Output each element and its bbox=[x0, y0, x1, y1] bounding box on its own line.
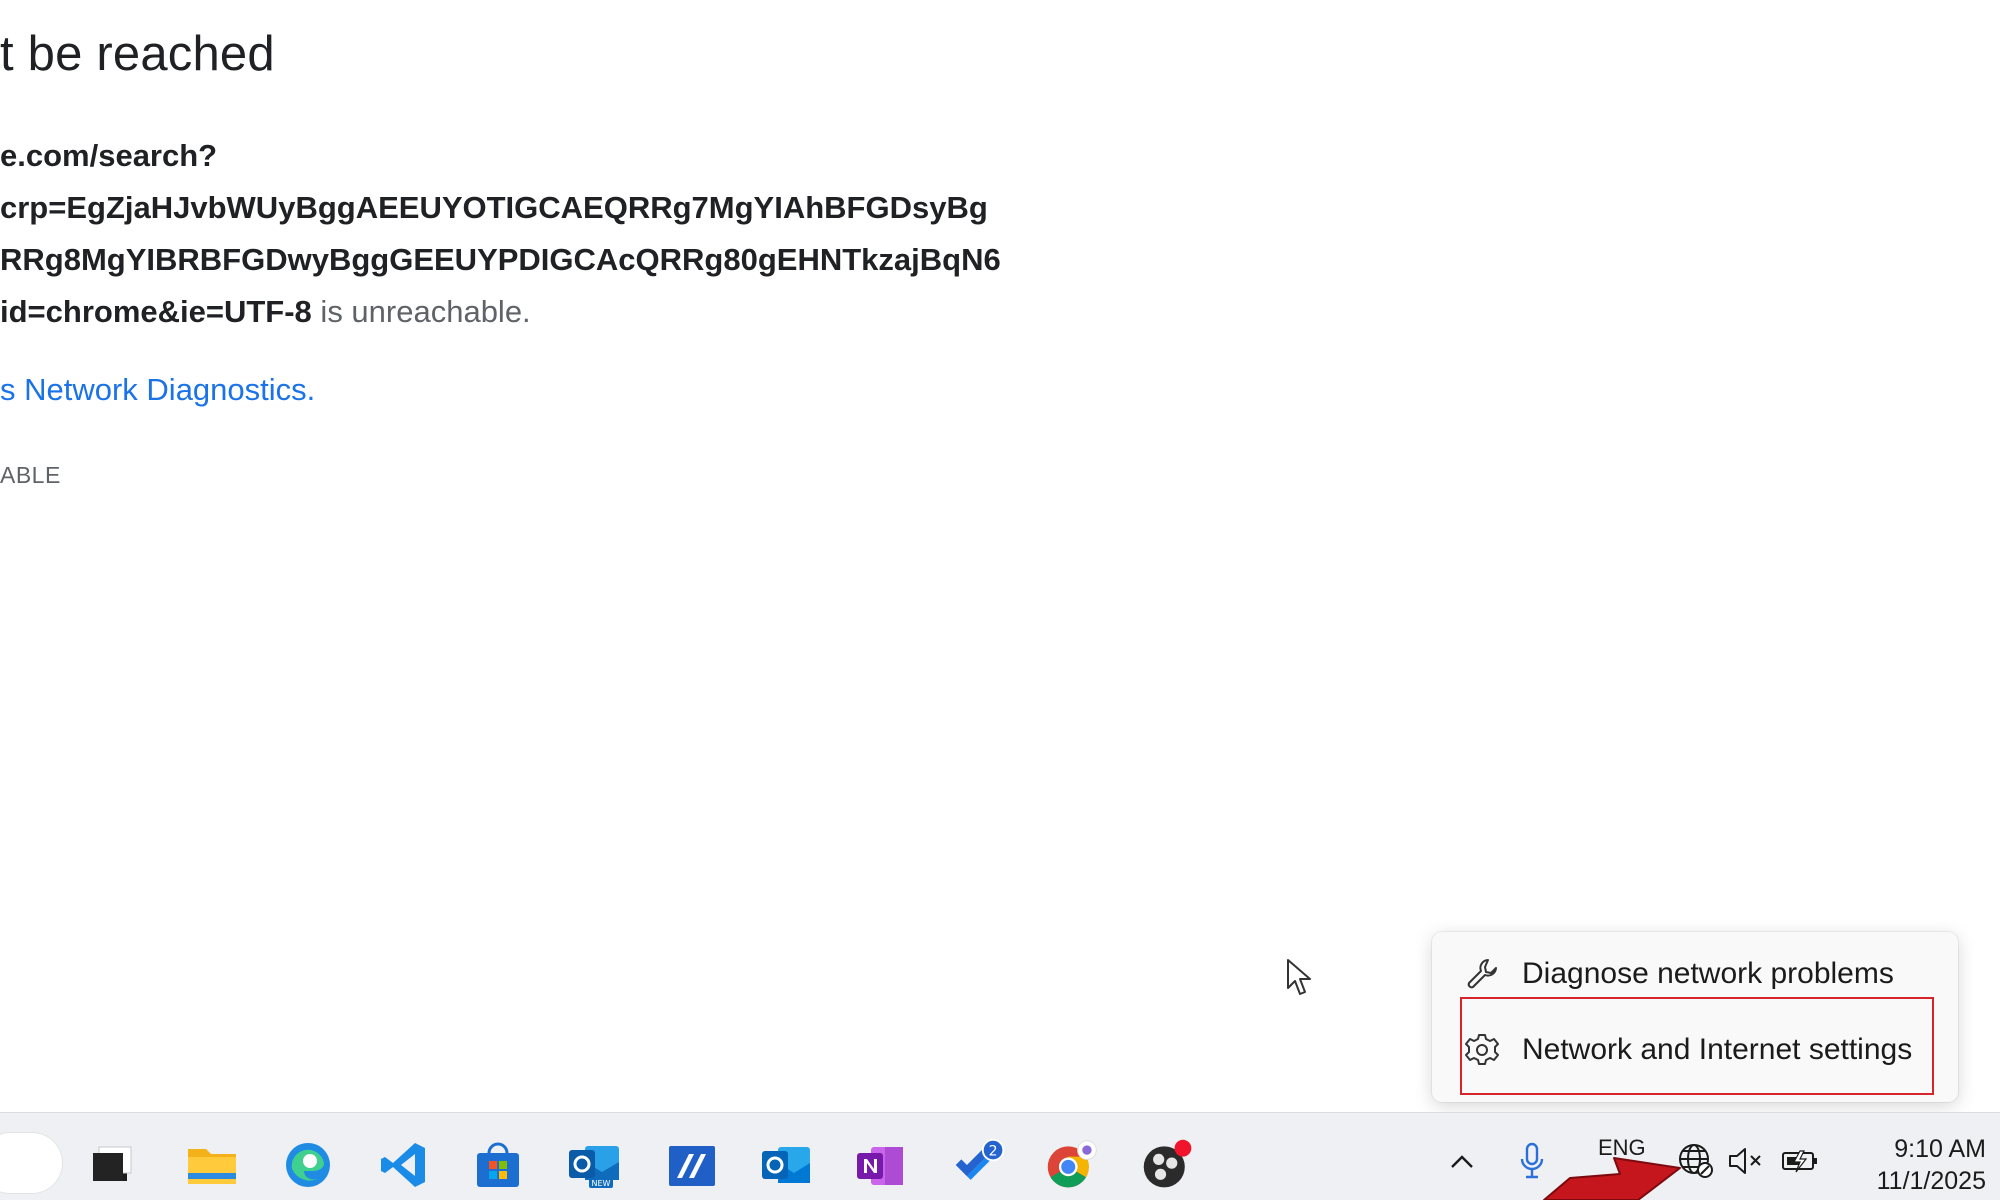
error-code: ABLE bbox=[0, 462, 61, 488]
vscode-icon[interactable] bbox=[376, 1137, 432, 1193]
network-internet-settings-item[interactable]: Network and Internet settings bbox=[1432, 1016, 1958, 1084]
task-view-icon[interactable] bbox=[84, 1137, 140, 1193]
outlook-new-icon[interactable]: NEW bbox=[566, 1137, 622, 1193]
error-description: e.com/search? crp=EgZjaHJvbWUyBggAEEUYOT… bbox=[0, 130, 1001, 338]
url-line-last: id=chrome&ie=UTF-8 is unreachable. bbox=[0, 286, 1001, 338]
unreachable-text: is unreachable. bbox=[311, 294, 531, 329]
url-line: crp=EgZjaHJvbWUyBggAEEUYOTIGCAEQRRg7MgYI… bbox=[0, 190, 988, 225]
slash-app-icon[interactable] bbox=[664, 1137, 720, 1193]
error-title: t be reached bbox=[0, 27, 275, 81]
chrome-icon[interactable] bbox=[1044, 1137, 1100, 1193]
obs-icon[interactable] bbox=[1140, 1137, 1196, 1193]
volume-muted-icon[interactable] bbox=[1724, 1139, 1768, 1183]
show-hidden-icons-chevron-icon[interactable] bbox=[1440, 1139, 1484, 1183]
diagnose-network-problems-label: Diagnose network problems bbox=[1522, 957, 1894, 990]
store-icon[interactable] bbox=[470, 1137, 526, 1193]
edge-icon[interactable] bbox=[280, 1137, 336, 1193]
taskbar: NEW 2 ENG 9:10 AM 11/1/2025 bbox=[0, 1112, 2000, 1200]
todo-icon[interactable]: 2 bbox=[952, 1137, 1008, 1193]
todo-badge-count: 2 bbox=[989, 1144, 998, 1160]
url-tail: id=chrome&ie=UTF-8 bbox=[0, 294, 312, 329]
clock-time: 9:10 AM bbox=[1894, 1135, 1986, 1163]
taskbar-search-box[interactable] bbox=[0, 1133, 62, 1193]
svg-text:NEW: NEW bbox=[592, 1179, 611, 1188]
taskbar-clock[interactable]: 9:10 AM 11/1/2025 bbox=[1836, 1133, 1986, 1197]
outlook-icon[interactable] bbox=[758, 1137, 814, 1193]
network-context-menu: Diagnose network problems Network and In… bbox=[1432, 932, 1958, 1102]
diagnose-network-problems-item[interactable]: Diagnose network problems bbox=[1432, 940, 1958, 1008]
battery-charging-icon[interactable] bbox=[1778, 1139, 1822, 1183]
red-annotation-arrow-icon bbox=[1543, 1157, 1681, 1200]
browser-error-page: t be reached e.com/search? crp=EgZjaHJvb… bbox=[0, 0, 2000, 1200]
network-internet-settings-label: Network and Internet settings bbox=[1522, 1033, 1913, 1066]
folder-icon[interactable] bbox=[184, 1137, 240, 1193]
url-line: RRg8MgYIBRBFGDwyBggGEEUYPDIGCAcQRRg80gEH… bbox=[0, 242, 1001, 277]
onenote-icon[interactable] bbox=[852, 1137, 908, 1193]
url-line: e.com/search? bbox=[0, 138, 218, 173]
mouse-cursor-icon bbox=[1287, 959, 1311, 995]
network-diagnostics-link[interactable]: s Network Diagnostics. bbox=[0, 372, 315, 408]
wrench-icon bbox=[1462, 954, 1502, 994]
error-content: t be reached e.com/search? crp=EgZjaHJvb… bbox=[0, 0, 1100, 520]
gear-icon bbox=[1462, 1030, 1502, 1070]
clock-date: 11/1/2025 bbox=[1876, 1167, 1986, 1195]
